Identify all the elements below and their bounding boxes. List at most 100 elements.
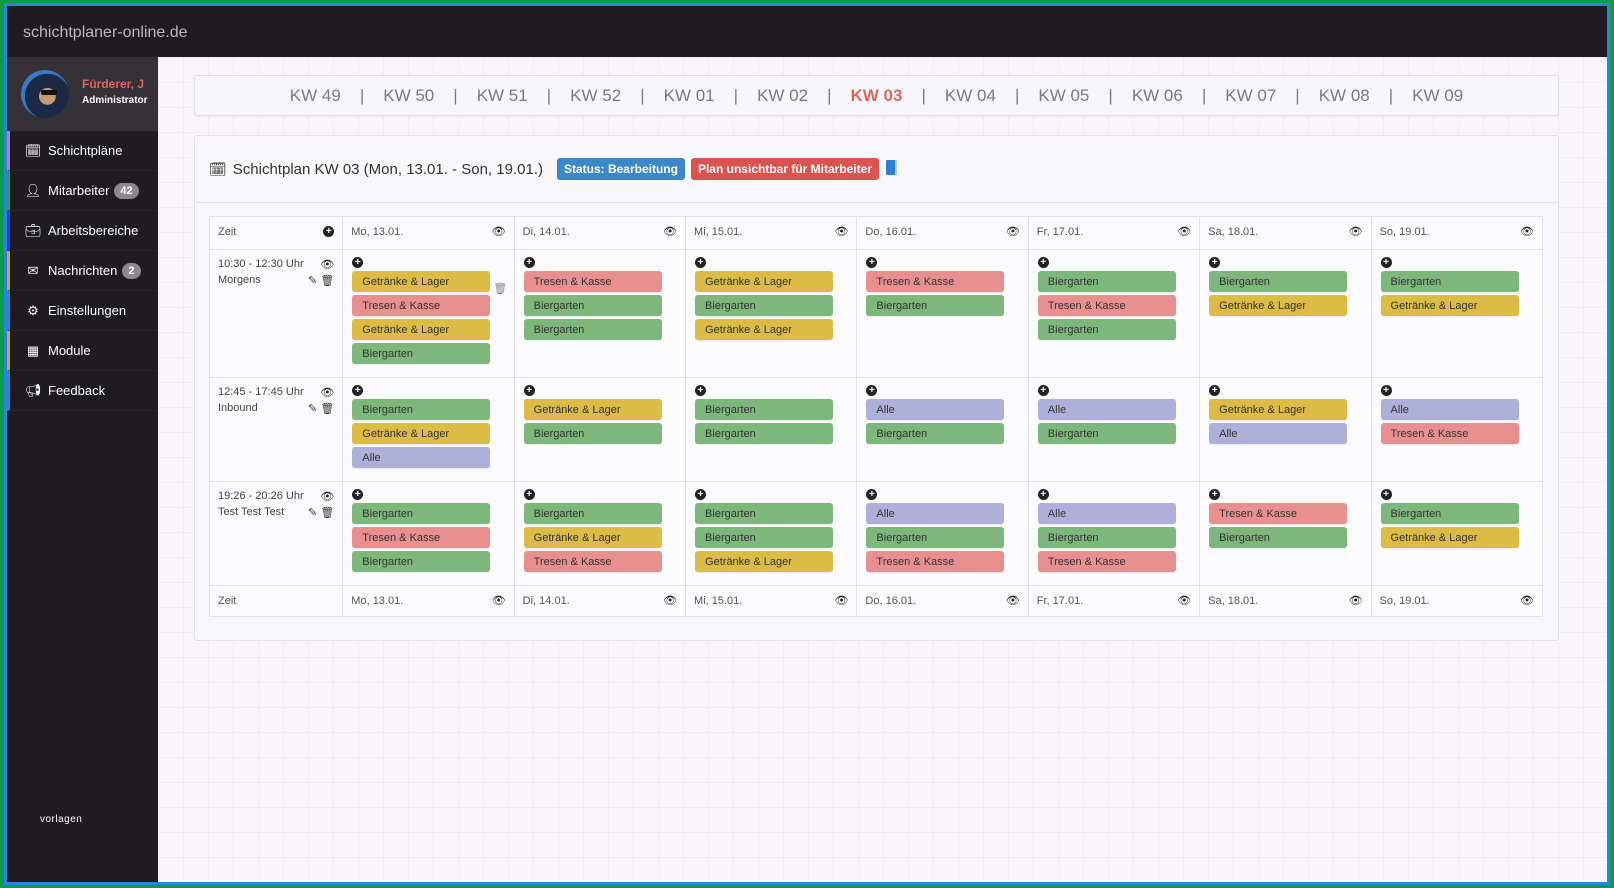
shift-assignment[interactable]: Biergarten — [1209, 271, 1348, 292]
trash-icon[interactable]: 🗑︎ — [493, 282, 507, 295]
shift-assignment[interactable]: Getränke & Lager — [695, 271, 834, 292]
shift-assignment[interactable]: Alle — [1037, 503, 1176, 524]
add-shift-icon[interactable]: + — [1380, 257, 1392, 268]
week-link-kw-08[interactable]: KW 08 — [1308, 86, 1381, 106]
shift-assignment[interactable]: Biergarten — [1380, 271, 1519, 292]
shift-assignment[interactable]: Biergarten — [523, 319, 662, 340]
shift-assignment[interactable]: Biergarten — [1380, 503, 1519, 524]
visibility-badge[interactable]: Plan unsichtbar für Mitarbeiter — [690, 158, 879, 180]
visibility-toggle-icon[interactable]: 👁︎ — [1349, 594, 1363, 607]
sidebar-item-feedback[interactable]: 📢︎ Feedback — [7, 371, 158, 411]
add-shift-icon[interactable]: + — [523, 489, 535, 500]
visibility-toggle-icon[interactable]: 👁︎ — [1520, 225, 1534, 238]
add-shift-icon[interactable]: + — [866, 489, 878, 500]
shift-assignment[interactable]: Getränke & Lager — [1380, 527, 1519, 548]
week-link-kw-52[interactable]: KW 52 — [559, 86, 632, 106]
shift-assignment[interactable]: Biergarten — [695, 503, 834, 524]
shift-assignment[interactable]: Getränke & Lager — [352, 319, 491, 340]
shift-assignment[interactable]: Tresen & Kasse — [523, 271, 662, 292]
brand-link[interactable]: schichtplaner-online.de — [23, 24, 188, 42]
shift-assignment[interactable]: Getränke & Lager — [352, 423, 491, 444]
sidebar-item-module[interactable]: ▦ Module — [7, 331, 158, 371]
week-link-kw-02[interactable]: KW 02 — [746, 86, 819, 106]
avatar[interactable] — [21, 70, 69, 118]
trash-icon[interactable]: 🗑︎ — [320, 507, 334, 519]
add-shift-icon[interactable]: + — [695, 385, 707, 396]
add-shift-icon[interactable]: + — [1037, 385, 1049, 396]
shift-assignment[interactable]: Alle — [1209, 423, 1348, 444]
week-link-kw-50[interactable]: KW 50 — [372, 86, 445, 106]
shift-assignment[interactable]: Tresen & Kasse — [1380, 423, 1519, 444]
shift-assignment[interactable]: Tresen & Kasse — [1037, 551, 1176, 572]
shift-assignment[interactable]: Biergarten — [866, 295, 1005, 316]
shift-assignment[interactable]: Getränke & Lager — [695, 319, 834, 340]
visibility-toggle-icon[interactable]: 👁︎ — [1520, 594, 1534, 607]
shift-assignment[interactable]: Biergarten — [352, 551, 491, 572]
shift-assignment[interactable]: Biergarten — [352, 399, 491, 420]
visibility-toggle-icon[interactable]: 👁︎ — [834, 225, 848, 238]
shift-assignment[interactable]: Alle — [1380, 399, 1519, 420]
add-shift-icon[interactable]: + — [695, 489, 707, 500]
visibility-toggle-icon[interactable]: 👁︎ — [663, 225, 677, 238]
shift-assignment[interactable]: Biergarten — [1037, 319, 1176, 340]
visibility-toggle-icon[interactable]: 👁︎ — [1006, 594, 1020, 607]
shift-assignment[interactable]: Biergarten — [1037, 423, 1176, 444]
shift-assignment[interactable]: Tresen & Kasse — [866, 551, 1005, 572]
week-link-kw-51[interactable]: KW 51 — [466, 86, 539, 106]
shift-assignment[interactable]: Biergarten — [695, 399, 834, 420]
add-shift-icon[interactable]: + — [695, 257, 707, 268]
sidebar-footer-link[interactable]: vorlagen — [40, 814, 82, 825]
shift-assignment[interactable]: Getränke & Lager — [1209, 295, 1348, 316]
trash-icon[interactable]: 🗑︎ — [320, 275, 334, 287]
add-shift-icon[interactable]: + — [1380, 489, 1392, 500]
week-link-kw-05[interactable]: KW 05 — [1027, 86, 1100, 106]
sidebar-item-nachrichten[interactable]: ✉ Nachrichten 2 — [7, 251, 158, 291]
week-link-kw-07[interactable]: KW 07 — [1214, 86, 1287, 106]
shift-assignment[interactable]: Tresen & Kasse — [1209, 503, 1348, 524]
shift-assignment[interactable]: Getränke & Lager — [523, 527, 662, 548]
shift-assignment[interactable]: Tresen & Kasse — [1037, 295, 1176, 316]
visibility-toggle-icon[interactable]: 👁︎ — [320, 258, 334, 271]
shift-assignment[interactable]: Biergarten — [352, 503, 491, 524]
shift-assignment[interactable]: Tresen & Kasse — [523, 551, 662, 572]
visibility-toggle-icon[interactable]: 👁︎ — [1177, 225, 1191, 238]
trash-icon[interactable]: 🗑︎ — [320, 403, 334, 415]
week-link-kw-01[interactable]: KW 01 — [653, 86, 726, 106]
shift-assignment[interactable]: Biergarten — [352, 343, 491, 364]
add-shift-icon[interactable]: + — [523, 385, 535, 396]
week-link-kw-09[interactable]: KW 09 — [1401, 86, 1474, 106]
shift-assignment[interactable]: Getränke & Lager — [1209, 399, 1348, 420]
book-icon[interactable] — [886, 159, 897, 175]
shift-assignment[interactable]: Alle — [1037, 399, 1176, 420]
add-shift-icon[interactable]: + — [1209, 257, 1221, 268]
visibility-toggle-icon[interactable]: 👁︎ — [320, 490, 334, 503]
add-shift-icon[interactable]: + — [1037, 257, 1049, 268]
visibility-toggle-icon[interactable]: 👁︎ — [834, 594, 848, 607]
add-shift-icon[interactable]: + — [352, 489, 364, 500]
shift-assignment[interactable]: Biergarten — [695, 527, 834, 548]
sidebar-item-einstellungen[interactable]: ⚙ Einstellungen — [7, 291, 158, 331]
week-link-kw-06[interactable]: KW 06 — [1121, 86, 1194, 106]
add-shift-icon[interactable]: + — [866, 257, 878, 268]
shift-assignment[interactable]: Biergarten — [1037, 527, 1176, 548]
visibility-toggle-icon[interactable]: 👁︎ — [663, 594, 677, 607]
shift-assignment[interactable]: Tresen & Kasse — [866, 271, 1005, 292]
edit-icon[interactable]: ✎ — [308, 507, 317, 519]
visibility-toggle-icon[interactable]: 👁︎ — [492, 594, 506, 607]
visibility-toggle-icon[interactable]: 👁︎ — [1006, 225, 1020, 238]
shift-assignment[interactable]: Tresen & Kasse — [352, 527, 491, 548]
shift-assignment[interactable]: Biergarten — [695, 295, 834, 316]
add-shift-icon[interactable]: + — [1209, 489, 1221, 500]
add-shift-icon[interactable]: + — [866, 385, 878, 396]
week-link-kw-04[interactable]: KW 04 — [934, 86, 1007, 106]
shift-assignment[interactable]: Biergarten — [866, 527, 1005, 548]
shift-assignment[interactable]: Biergarten — [523, 503, 662, 524]
add-shift-icon[interactable]: + — [523, 257, 535, 268]
shift-assignment[interactable]: Biergarten — [1037, 271, 1176, 292]
week-link-kw-03[interactable]: KW 03 — [840, 86, 914, 106]
status-badge[interactable]: Status: Bearbeitung — [556, 158, 685, 180]
edit-icon[interactable]: ✎ — [308, 403, 317, 415]
add-shift-icon[interactable]: + — [1209, 385, 1221, 396]
edit-icon[interactable]: ✎ — [308, 275, 317, 287]
sidebar-item-mitarbeiter[interactable]: 👤︎ Mitarbeiter 42 — [7, 171, 158, 211]
